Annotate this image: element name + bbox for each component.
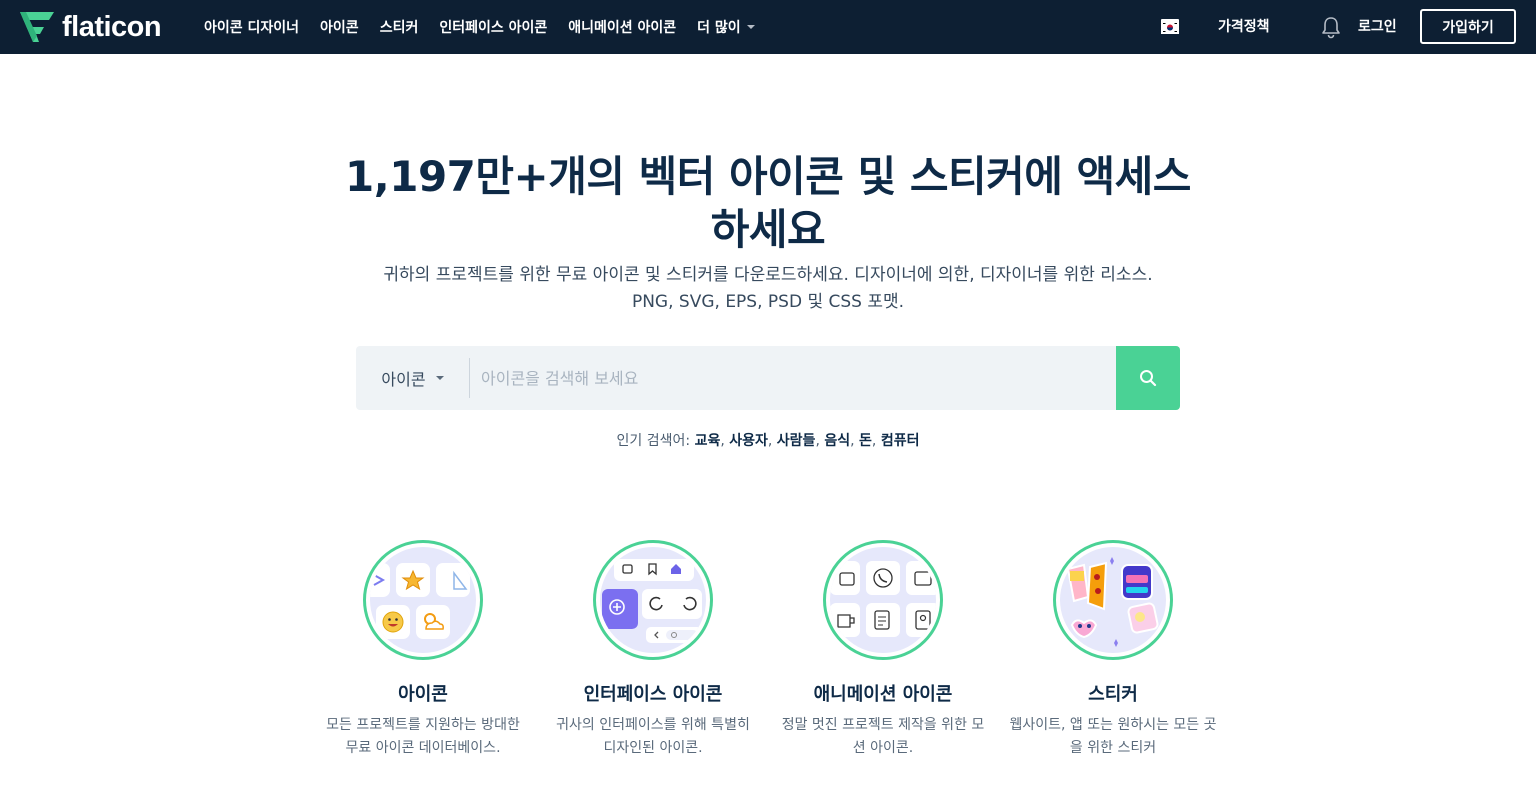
search-type-label: 아이콘: [381, 370, 426, 389]
search-button[interactable]: [1116, 346, 1180, 410]
nav-item-label: 애니메이션 아이콘: [568, 20, 677, 36]
icons-illustration: [370, 563, 470, 639]
nav-item-label: 스티커: [379, 20, 419, 36]
nav-item-icons[interactable]: 아이콘: [320, 17, 359, 37]
korean-flag-icon[interactable]: [1161, 19, 1179, 34]
popular-term[interactable]: 사용자: [729, 433, 768, 449]
category-stickers-image[interactable]: [1053, 540, 1173, 660]
category-animated-icons: 애니메이션 아이콘 정말 멋진 프로젝트 제작을 위한 모션 아이콘.: [778, 540, 988, 760]
nav-item-interface-icons[interactable]: 인터페이스 아이콘: [439, 17, 547, 37]
stickers-illustration: [1066, 557, 1159, 647]
nav-item-label: 아이콘: [320, 20, 359, 36]
category-icons: 아이콘 모든 프로젝트를 지원하는 방대한 무료 아이콘 데이터베이스.: [318, 540, 528, 760]
category-title[interactable]: 아이콘: [318, 680, 528, 706]
popular-term[interactable]: 교육: [695, 433, 721, 449]
pricing-link[interactable]: 가격정책: [1218, 16, 1270, 36]
search-icon: [1140, 370, 1157, 387]
nav-item-animated-icons[interactable]: 애니메이션 아이콘: [568, 17, 676, 37]
category-interface-icons-image[interactable]: [593, 540, 713, 660]
category-description: 정말 멋진 프로젝트 제작을 위한 모션 아이콘.: [781, 717, 985, 756]
top-navigation-bar: flaticon 아이콘 디자이너 아이콘 스티커 인터페이스 아이콘 애니메이…: [0, 0, 1536, 54]
category-description: 귀사의 인터페이스를 위해 특별히 디자인된 아이콘.: [556, 717, 750, 756]
chevron-down-icon: [435, 376, 444, 380]
popular-term[interactable]: 돈: [859, 433, 872, 449]
popular-searches: 인기 검색어: 교육, 사용자, 사람들, 음식, 돈, 컴퓨터: [616, 433, 920, 449]
popular-label: 인기 검색어:: [616, 433, 691, 449]
bell-icon[interactable]: [1320, 15, 1342, 39]
category-title[interactable]: 스티커: [1008, 680, 1218, 706]
nav-item-label: 더 많이: [697, 20, 741, 36]
category-icons-image[interactable]: [363, 540, 483, 660]
category-description: 웹사이트, 앱 또는 원하시는 모든 곳을 위한 스티커: [1009, 717, 1217, 756]
flaticon-logo-icon: [20, 12, 54, 42]
category-interface-icons: 인터페이스 아이콘 귀사의 인터페이스를 위해 특별히 디자인된 아이콘.: [548, 540, 758, 760]
signup-button[interactable]: 가입하기: [1420, 9, 1516, 44]
category-description: 모든 프로젝트를 지원하는 방대한 무료 아이콘 데이터베이스.: [326, 717, 520, 756]
nav-item-label: 아이콘 디자이너: [204, 20, 300, 36]
search-input[interactable]: [470, 346, 1116, 410]
logo-wordmark: flaticon: [62, 10, 162, 43]
hero-title: 1,197만+개의 벡터 아이콘 및 스티커에 액세스하세요: [345, 152, 1191, 254]
category-title[interactable]: 인터페이스 아이콘: [548, 680, 758, 706]
nav-item-label: 인터페이스 아이콘: [439, 20, 548, 36]
search-type-dropdown[interactable]: 아이콘: [356, 346, 469, 410]
interface-icons-illustration: [602, 559, 702, 643]
category-animated-icons-image[interactable]: [823, 540, 943, 660]
category-title[interactable]: 애니메이션 아이콘: [778, 680, 988, 706]
login-link[interactable]: 로그인: [1358, 16, 1397, 36]
nav-item-icon-designer[interactable]: 아이콘 디자이너: [204, 17, 299, 37]
search-bar: 아이콘: [356, 346, 1180, 410]
hero-subtitle: 귀하의 프로젝트를 위한 무료 아이콘 및 스티커를 다운로드하세요. 디자이너…: [383, 265, 1153, 312]
chevron-down-icon: [746, 25, 755, 29]
popular-term[interactable]: 사람들: [777, 433, 816, 449]
animated-icons-illustration: [830, 561, 936, 637]
popular-term[interactable]: 컴퓨터: [881, 433, 920, 449]
main-nav: 아이콘 디자이너 아이콘 스티커 인터페이스 아이콘 애니메이션 아이콘 더 많…: [204, 0, 755, 54]
category-stickers: 스티커 웹사이트, 앱 또는 원하시는 모든 곳을 위한 스티커: [1008, 540, 1218, 760]
nav-item-stickers[interactable]: 스티커: [380, 17, 419, 37]
popular-term[interactable]: 음식: [824, 433, 850, 449]
flaticon-logo[interactable]: flaticon: [20, 10, 162, 43]
nav-item-more[interactable]: 더 많이: [697, 17, 755, 37]
